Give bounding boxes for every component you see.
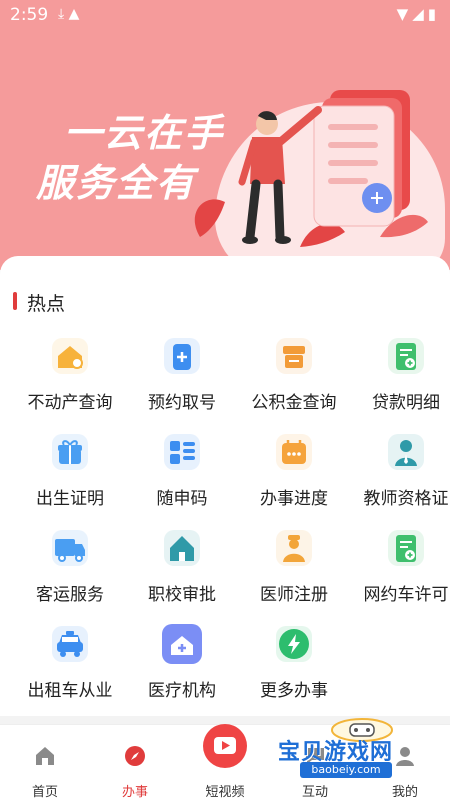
service-label: 出租车从业 [27,681,113,701]
play-icon [203,724,247,768]
status-bar: 2:59 ⤓ ▲ ▼◢▮ [0,0,450,32]
truck-icon [52,530,88,566]
teacher-icon [388,434,424,470]
loan-doc-icon [388,338,424,374]
service-label: 网约车许可 [363,585,449,605]
service-item[interactable]: 随申码 [126,432,238,522]
birth-gift-icon [52,434,88,470]
service-label: 预约取号 [148,393,216,413]
service-item[interactable]: 医师注册 [238,528,350,618]
service-label: 不动产查询 [27,393,113,413]
service-label: 医疗机构 [148,681,216,701]
tab-label: 首页 [31,785,58,800]
lightning-icon [276,626,312,662]
tab-label: 互动 [301,785,328,800]
service-item[interactable]: 出租车从业 [14,624,126,714]
service-label: 公积金查询 [251,393,337,413]
service-item[interactable]: 教师资格证 [350,432,450,522]
status-time: 2:59 [10,5,49,25]
watermark-url: baobeiy.com [300,762,392,778]
section-title: 热点 [27,293,66,315]
service-label: 办事进度 [260,489,328,509]
permit-doc-icon [388,530,424,566]
hospital-icon [162,624,202,664]
tab-label: 办事 [121,785,148,800]
section-accent-bar [13,292,17,310]
banner-slogan-1: 一云在手 [64,111,225,155]
hero-banner[interactable]: 一云在手 服务全有 [0,32,450,270]
house-search-icon [52,338,88,374]
service-label: 职校审批 [148,585,216,605]
tab-home[interactable]: 首页 [0,725,90,801]
queue-ticket-icon [164,338,200,374]
tab-label: 我的 [391,785,418,800]
service-item[interactable]: 贷款明细 [350,336,450,426]
watermark: 宝贝游戏网 baobeiy.com [270,716,440,778]
service-label: 出生证明 [36,489,104,509]
home-icon [36,747,54,765]
service-item[interactable]: 不动产查询 [14,336,126,426]
service-item[interactable]: 职校审批 [126,528,238,618]
service-item[interactable]: 出生证明 [14,432,126,522]
service-label: 贷款明细 [372,393,440,413]
service-item[interactable]: 办事进度 [238,432,350,522]
compass-icon [125,746,145,766]
taxi-icon [52,626,88,662]
notification-icons: ⤓ ▲ [58,6,80,22]
school-building-icon [164,530,200,566]
service-item[interactable]: 客运服务 [14,528,126,618]
service-label: 更多办事 [260,681,328,701]
tab-label: 短视频 [205,785,245,800]
calendar-progress-icon [276,434,312,470]
doctor-icon [276,530,312,566]
service-item[interactable]: 网约车许可 [350,528,450,618]
service-item[interactable]: 公积金查询 [238,336,350,426]
tab-video[interactable]: 短视频 [180,724,270,801]
service-item[interactable]: 更多办事 [238,624,350,714]
fund-icon [276,338,312,374]
service-label: 随申码 [156,489,208,509]
qr-grid-icon [164,434,200,470]
service-label: 教师资格证 [363,489,449,509]
system-icons: ▼◢▮ [396,5,440,23]
service-item[interactable]: 预约取号 [126,336,238,426]
service-label: 客运服务 [36,585,104,605]
service-item[interactable]: 医疗机构 [126,624,238,714]
tab-services[interactable]: 办事 [90,725,180,801]
banner-slogan-2: 服务全有 [36,161,197,205]
service-label: 医师注册 [260,585,328,605]
